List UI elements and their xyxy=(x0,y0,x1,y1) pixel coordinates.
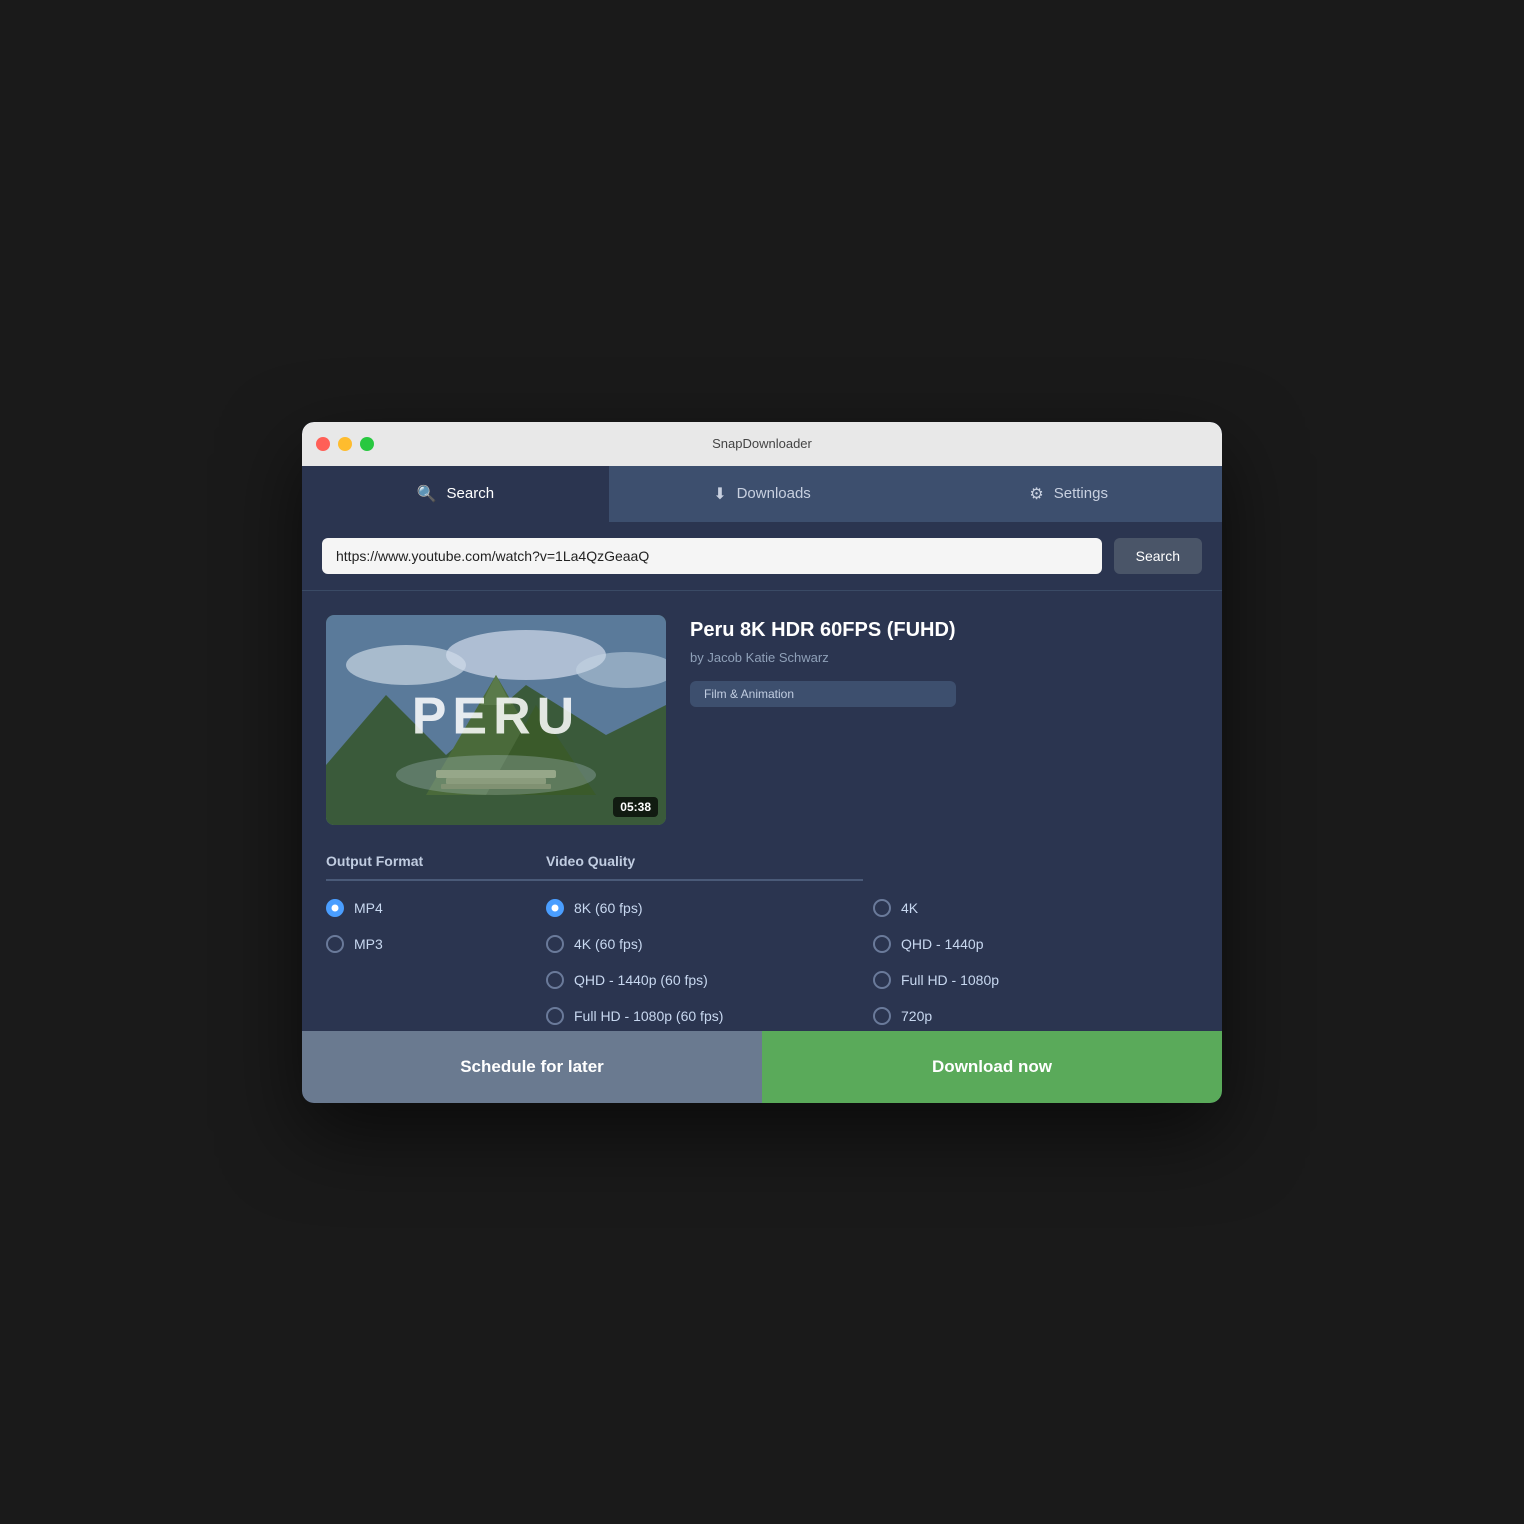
nav-bar: 🔍 Search ⬇ Downloads ⚙ Settings xyxy=(302,466,1222,522)
output-format-column: Output Format MP4 MP3 xyxy=(326,853,546,1031)
quality-right-col: 4K QHD - 1440p Full HD - 1080p 720p xyxy=(873,853,1190,1031)
tab-search[interactable]: 🔍 Search xyxy=(302,466,609,522)
quality-fhd60-label: Full HD - 1080p (60 fps) xyxy=(574,1008,723,1024)
format-mp3-option[interactable]: MP3 xyxy=(326,935,546,953)
quality-8k60-label: 8K (60 fps) xyxy=(574,900,642,916)
tab-downloads-label: Downloads xyxy=(737,485,811,502)
settings-nav-icon: ⚙ xyxy=(1029,484,1043,504)
quality-4k-radio[interactable] xyxy=(873,899,891,917)
video-quality-label: Video Quality xyxy=(546,853,863,881)
quality-720p-radio[interactable] xyxy=(873,1007,891,1025)
quality-4k60-label: 4K (60 fps) xyxy=(574,936,642,952)
search-button[interactable]: Search xyxy=(1114,538,1202,574)
app-window: SnapDownloader 🔍 Search ⬇ Downloads ⚙ Se… xyxy=(302,422,1222,1103)
video-info-row: PERU 05:38 Peru 8K HDR 60FPS (FUHD) by J… xyxy=(326,615,1190,825)
maximize-button[interactable] xyxy=(360,437,374,451)
format-mp4-option[interactable]: MP4 xyxy=(326,899,546,917)
quality-qhd-option[interactable]: QHD - 1440p xyxy=(873,935,1190,953)
content-area: PERU 05:38 Peru 8K HDR 60FPS (FUHD) by J… xyxy=(302,591,1214,1031)
quality-4k60-radio[interactable] xyxy=(546,935,564,953)
video-title: Peru 8K HDR 60FPS (FUHD) xyxy=(690,619,956,642)
quality-4k-label: 4K xyxy=(901,900,918,916)
search-bar-row: Search xyxy=(302,522,1222,591)
title-bar: SnapDownloader xyxy=(302,422,1222,466)
quality-qhd-label: QHD - 1440p xyxy=(901,936,983,952)
quality-left-col: Video Quality 8K (60 fps) 4K (60 fps) QH… xyxy=(546,853,873,1031)
options-section: Output Format MP4 MP3 Video Quality xyxy=(326,853,1190,1031)
format-mp3-radio[interactable] xyxy=(326,935,344,953)
quality-fhd-label: Full HD - 1080p xyxy=(901,972,999,988)
svg-text:PERU: PERU xyxy=(412,687,580,745)
quality-qhd60-radio[interactable] xyxy=(546,971,564,989)
tab-downloads[interactable]: ⬇ Downloads xyxy=(609,466,916,522)
schedule-button[interactable]: Schedule for later xyxy=(302,1031,762,1103)
video-author: by Jacob Katie Schwarz xyxy=(690,650,956,665)
main-content: PERU 05:38 Peru 8K HDR 60FPS (FUHD) by J… xyxy=(302,591,1222,1031)
url-input[interactable] xyxy=(322,538,1102,574)
quality-fhd-radio[interactable] xyxy=(873,971,891,989)
window-title: SnapDownloader xyxy=(712,436,812,451)
quality-720p-option[interactable]: 720p xyxy=(873,1007,1190,1025)
thumbnail-image: PERU xyxy=(326,615,666,825)
quality-720p-label: 720p xyxy=(901,1008,932,1024)
tab-search-label: Search xyxy=(447,485,495,502)
video-duration: 05:38 xyxy=(613,797,658,817)
video-quality-column: Video Quality 8K (60 fps) 4K (60 fps) QH… xyxy=(546,853,1190,1031)
quality-qhd60-label: QHD - 1440p (60 fps) xyxy=(574,972,708,988)
quality-4k60-option[interactable]: 4K (60 fps) xyxy=(546,935,863,953)
download-button[interactable]: Download now xyxy=(762,1031,1222,1103)
quality-fhd-option[interactable]: Full HD - 1080p xyxy=(873,971,1190,989)
minimize-button[interactable] xyxy=(338,437,352,451)
format-mp4-label: MP4 xyxy=(354,900,383,916)
quality-8k60-option[interactable]: 8K (60 fps) xyxy=(546,899,863,917)
tab-settings-label: Settings xyxy=(1054,485,1108,502)
video-tag: Film & Animation xyxy=(690,681,956,707)
format-mp4-radio[interactable] xyxy=(326,899,344,917)
quality-fhd60-option[interactable]: Full HD - 1080p (60 fps) xyxy=(546,1007,863,1025)
close-button[interactable] xyxy=(316,437,330,451)
quality-qhd-radio[interactable] xyxy=(873,935,891,953)
traffic-lights xyxy=(316,437,374,451)
bottom-bar: Schedule for later Download now xyxy=(302,1031,1222,1103)
downloads-nav-icon: ⬇ xyxy=(713,484,726,504)
format-mp3-label: MP3 xyxy=(354,936,383,952)
search-nav-icon: 🔍 xyxy=(417,484,437,504)
tab-settings[interactable]: ⚙ Settings xyxy=(915,466,1222,522)
output-format-label: Output Format xyxy=(326,853,546,881)
video-meta: Peru 8K HDR 60FPS (FUHD) by Jacob Katie … xyxy=(690,615,956,825)
video-thumbnail: PERU 05:38 xyxy=(326,615,666,825)
quality-4k-option[interactable]: 4K xyxy=(873,899,1190,917)
quality-qhd60-option[interactable]: QHD - 1440p (60 fps) xyxy=(546,971,863,989)
quality-fhd60-radio[interactable] xyxy=(546,1007,564,1025)
quality-8k60-radio[interactable] xyxy=(546,899,564,917)
